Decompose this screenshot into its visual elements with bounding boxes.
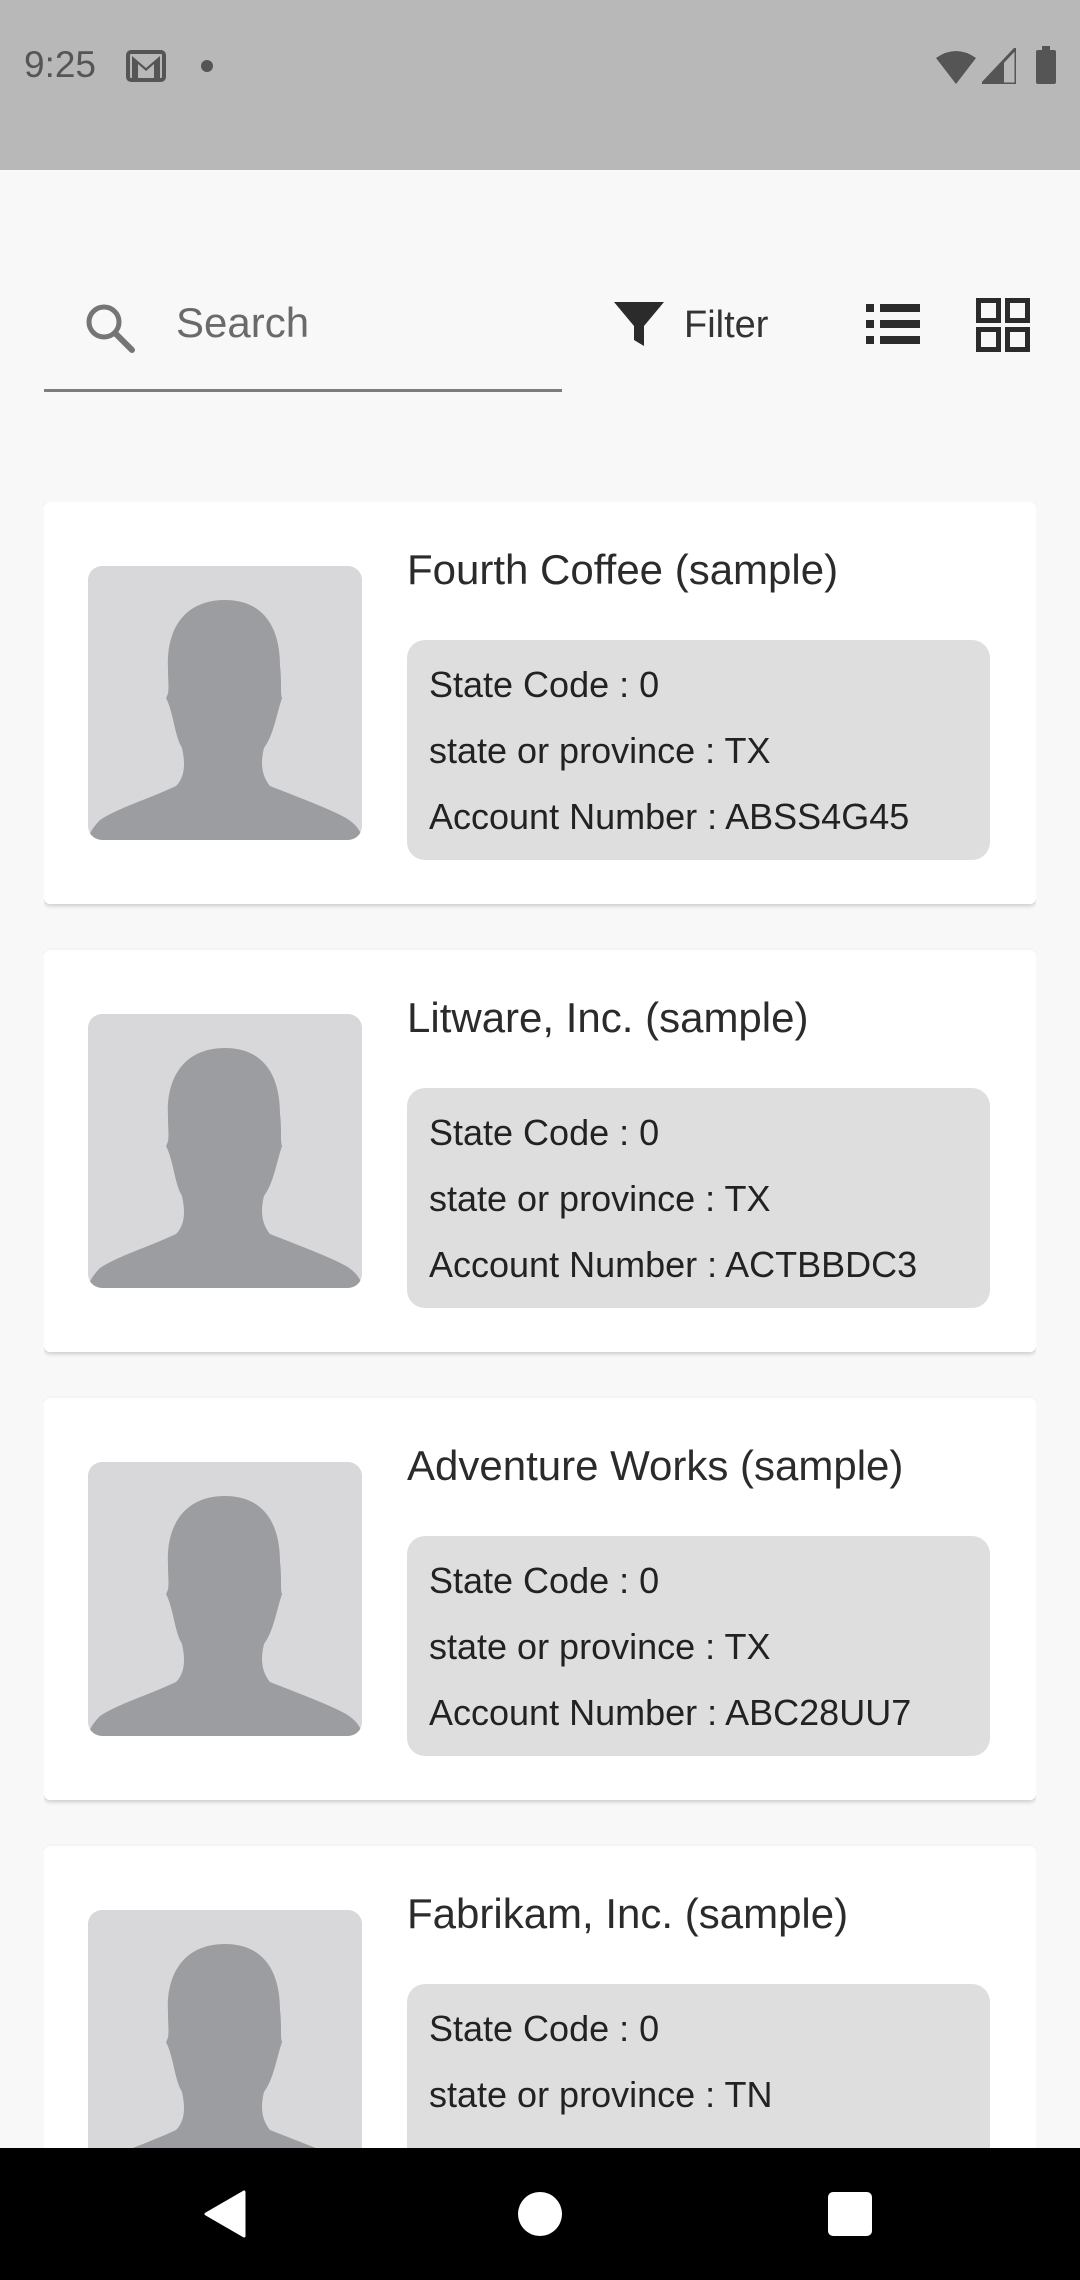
state-code: State Code : 0 (429, 1560, 660, 1601)
state-or-province: state or province : TX (429, 1626, 771, 1667)
state-or-province: state or province : TX (429, 1178, 771, 1219)
account-number: Account Number : ABC28UU7 (429, 1692, 912, 1733)
record-card[interactable]: Fabrikam, Inc. (sample) State Code : 0 s… (44, 1846, 1036, 2148)
recents-icon[interactable] (828, 2192, 872, 2236)
wifi-icon (936, 51, 976, 84)
record-name: Adventure Works (sample) (407, 1442, 904, 1489)
navigation-bar (0, 2148, 1080, 2280)
account-number: Account Number : ACTBBDC3 (429, 1244, 918, 1285)
state-code: State Code : 0 (429, 2008, 660, 2049)
filter-button[interactable]: Filter (612, 290, 768, 360)
record-card[interactable]: Litware, Inc. (sample) State Code : 0 st… (44, 950, 1036, 1352)
record-list[interactable]: Fourth Coffee (sample) State Code : 0 st… (44, 502, 1036, 2148)
back-icon[interactable] (204, 2190, 248, 2238)
home-icon[interactable] (518, 2192, 562, 2236)
search-box[interactable] (44, 270, 562, 392)
state-code: State Code : 0 (429, 1112, 660, 1153)
grid-view-icon[interactable] (976, 298, 1030, 352)
record-details: State Code : 0 state or province : TX Ac… (407, 1536, 990, 1756)
search-input[interactable] (176, 288, 546, 358)
record-name: Fabrikam, Inc. (sample) (407, 1890, 849, 1937)
record-name: Fourth Coffee (sample) (407, 546, 839, 593)
status-bar: 9:25 (0, 0, 1080, 170)
record-details: State Code : 0 state or province : TX Ac… (407, 1088, 990, 1308)
record-details: State Code : 0 state or province : TN (407, 1984, 990, 2148)
filter-icon (614, 302, 664, 346)
account-number (429, 2128, 968, 2148)
filter-label: Filter (684, 303, 769, 346)
record-name: Litware, Inc. (sample) (407, 994, 809, 1041)
avatar-placeholder-icon (88, 1014, 362, 1288)
record-details: State Code : 0 state or province : TX Ac… (407, 640, 990, 860)
gmail-icon (126, 50, 166, 82)
state-or-province: state or province : TN (429, 2074, 773, 2115)
search-icon (86, 304, 135, 353)
record-card[interactable]: Adventure Works (sample) State Code : 0 … (44, 1398, 1036, 1800)
status-time: 9:25 (24, 44, 97, 85)
state-or-province: state or province : TX (429, 730, 771, 771)
account-number: Account Number : ABSS4G45 (429, 796, 910, 837)
state-code: State Code : 0 (429, 664, 660, 705)
list-view-icon[interactable] (866, 302, 920, 346)
avatar-placeholder-icon (88, 1910, 362, 2148)
notification-dot (201, 60, 213, 72)
battery-icon (1036, 46, 1056, 84)
avatar-placeholder-icon (88, 1462, 362, 1736)
record-card[interactable]: Fourth Coffee (sample) State Code : 0 st… (44, 502, 1036, 904)
avatar-placeholder-icon (88, 566, 362, 840)
signal-icon (982, 48, 1016, 84)
